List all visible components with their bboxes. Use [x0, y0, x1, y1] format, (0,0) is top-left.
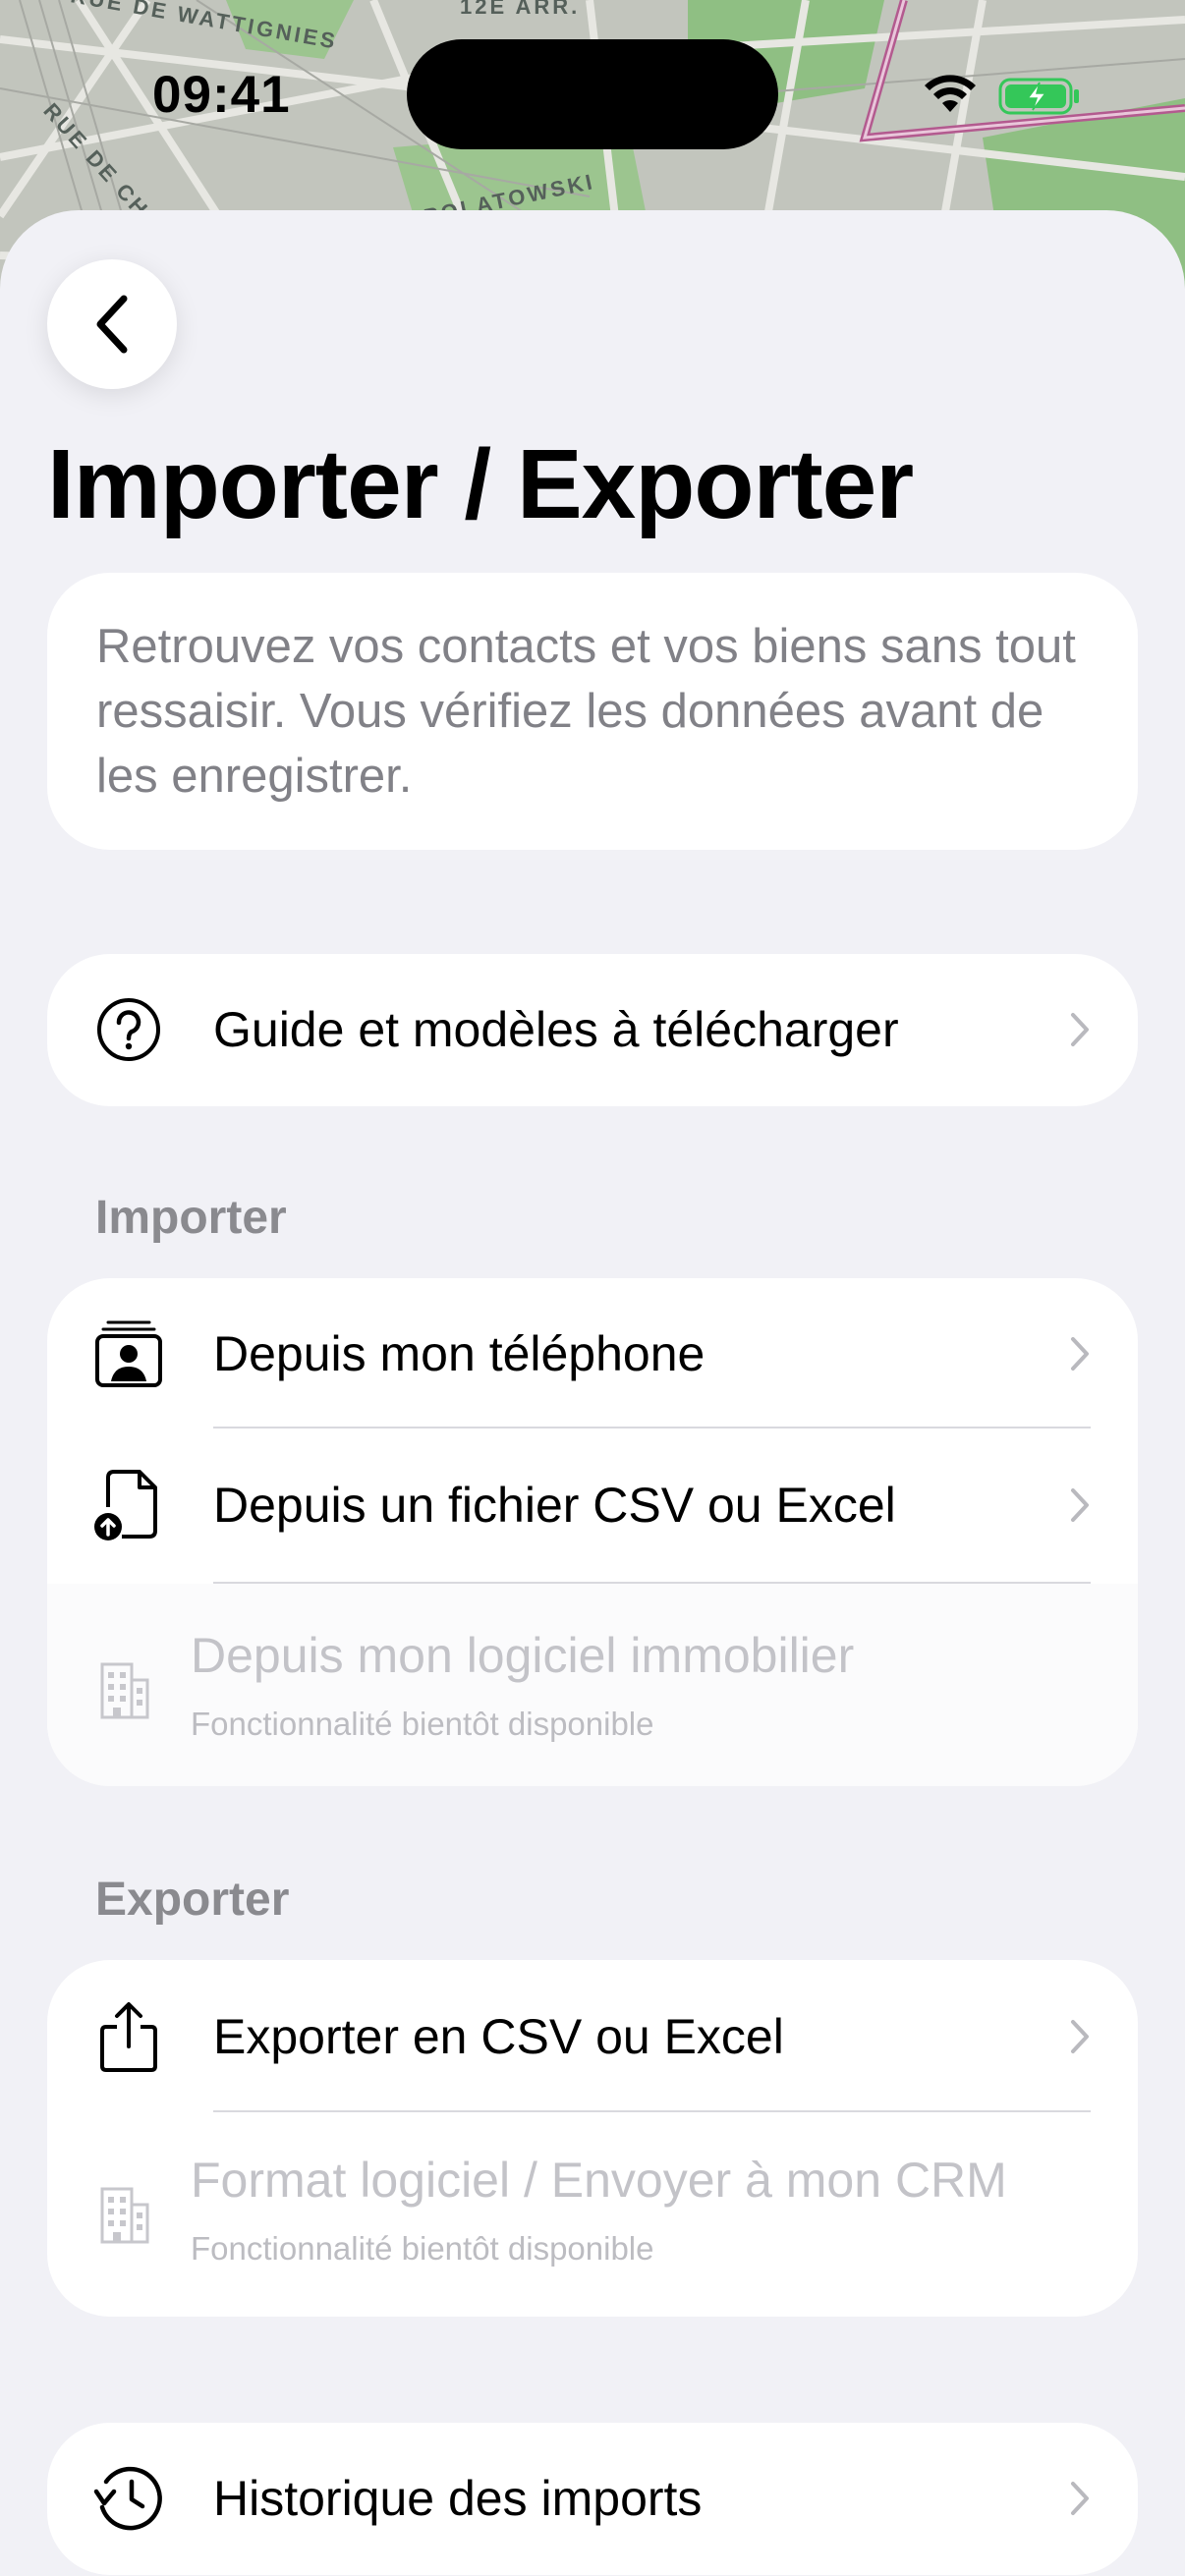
export-crm-label: Format logiciel / Envoyer à mon CRM	[191, 2153, 1007, 2208]
share-icon	[92, 2000, 165, 2073]
file-upload-icon	[92, 1469, 165, 1541]
history-row[interactable]: Historique des imports	[47, 2425, 1138, 2572]
status-time: 09:41	[152, 66, 291, 124]
dynamic-island	[407, 39, 778, 149]
history-icon	[92, 2462, 165, 2535]
intro-text: Retrouvez vos contacts et vos biens sans…	[96, 620, 1076, 803]
wifi-icon	[925, 75, 976, 112]
export-csv-label: Exporter en CSV ou Excel	[213, 2008, 784, 2064]
export-card: Exporter en CSV ou Excel Format logiciel…	[47, 1960, 1138, 2317]
import-card: Depuis mon téléphone Depuis un fichier C…	[47, 1278, 1138, 1786]
back-button[interactable]	[47, 259, 177, 389]
import-file-label: Depuis un fichier CSV ou Excel	[213, 1478, 896, 1533]
guide-card[interactable]: Guide et modèles à télécharger	[47, 954, 1138, 1106]
contacts-icon	[92, 1317, 165, 1390]
question-circle-icon	[92, 993, 165, 1066]
chevron-right-icon	[1071, 1488, 1089, 1522]
import-software-label: Depuis mon logiciel immobilier	[191, 1628, 855, 1683]
guide-label: Guide et modèles à télécharger	[213, 1002, 899, 1057]
export-crm-row: Format logiciel / Envoyer à mon CRM Fonc…	[47, 2112, 1138, 2317]
page-title: Importer / Exporter	[47, 429, 914, 539]
chevron-right-icon	[1071, 2019, 1089, 2053]
chevron-right-icon	[1071, 1013, 1089, 1046]
export-section-title: Exporter	[95, 1874, 290, 1926]
chevron-left-icon	[96, 295, 128, 354]
history-label: Historique des imports	[213, 2471, 703, 2526]
status-bar: 09:41	[0, 0, 1185, 196]
building-icon	[100, 2187, 149, 2244]
building-icon	[100, 1662, 149, 1719]
import-phone-row[interactable]: Depuis mon téléphone	[47, 1278, 1138, 1428]
chevron-right-icon	[1071, 1336, 1089, 1371]
history-card[interactable]: Historique des imports	[47, 2423, 1138, 2575]
import-file-row[interactable]: Depuis un fichier CSV ou Excel	[47, 1428, 1138, 1582]
import-phone-label: Depuis mon téléphone	[213, 1325, 705, 1381]
import-software-row: Depuis mon logiciel immobilier Fonctionn…	[47, 1584, 1138, 1786]
import-software-sublabel: Fonctionnalité bientôt disponible	[191, 1706, 654, 1742]
chevron-right-icon	[1071, 2482, 1089, 2515]
export-crm-sublabel: Fonctionnalité bientôt disponible	[191, 2230, 654, 2267]
intro-card: Retrouvez vos contacts et vos biens sans…	[47, 573, 1138, 850]
import-section-title: Importer	[95, 1192, 287, 1244]
export-csv-row[interactable]: Exporter en CSV ou Excel	[47, 1960, 1138, 2112]
battery-icon	[998, 78, 1079, 115]
guide-row[interactable]: Guide et modèles à télécharger	[47, 956, 1138, 1103]
